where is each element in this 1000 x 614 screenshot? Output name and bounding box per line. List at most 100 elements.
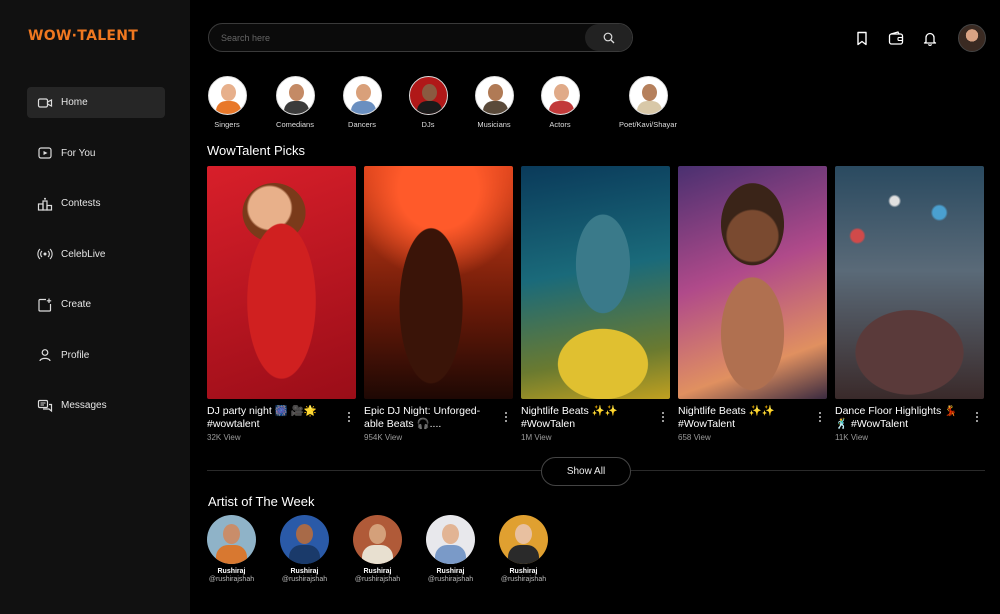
more-options-icon[interactable] xyxy=(346,410,352,424)
pick-views: 954K View xyxy=(364,433,403,442)
search-button[interactable] xyxy=(585,24,632,51)
app-logo[interactable]: WOW·TALENT xyxy=(28,28,138,44)
category-image xyxy=(628,76,668,115)
live-broadcast-icon xyxy=(37,248,53,260)
category-label: Comedians xyxy=(276,120,314,129)
artist-card[interactable]: Rushiraj @rushirajshah xyxy=(207,515,256,583)
sidebar-item-label: CelebLive xyxy=(61,248,106,260)
pick-thumbnail[interactable] xyxy=(364,166,513,399)
pick-views: 11K View xyxy=(835,433,869,442)
sidebar-item-label: Contests xyxy=(61,198,101,209)
pick-title[interactable]: Dance Floor Highlights 💃🕺 #WowTalent xyxy=(835,405,965,430)
pick-title[interactable]: Nightlife Beats ✨✨ #WowTalent xyxy=(678,405,808,430)
pick-views: 658 View xyxy=(678,433,711,442)
category-singers[interactable]: Singers xyxy=(207,76,247,129)
pick-card[interactable]: Dance Floor Highlights 💃🕺 #WowTalent 11K… xyxy=(835,166,984,442)
category-label: DJs xyxy=(421,120,435,129)
category-image xyxy=(342,76,382,115)
category-comedians[interactable]: Comedians xyxy=(275,76,315,129)
wallet-icon xyxy=(888,30,904,45)
user-icon xyxy=(39,349,51,362)
category-musicians[interactable]: Musicians xyxy=(474,76,514,129)
more-options-icon[interactable] xyxy=(817,410,823,424)
bookmark-icon xyxy=(857,31,867,45)
pick-card[interactable]: Nightlife Beats ✨✨ #WowTalen 1M View xyxy=(521,166,670,442)
sidebar-item-for-you[interactable]: For You xyxy=(27,138,165,169)
category-label: Poet/Kavi/Shayar xyxy=(619,120,677,129)
category-image xyxy=(408,76,448,115)
chat-icon xyxy=(37,399,53,412)
category-image xyxy=(474,76,514,115)
artist-card[interactable]: Rushiraj @rushirajshah xyxy=(499,515,548,583)
show-all-button[interactable]: Show All xyxy=(541,457,631,486)
pick-title[interactable]: Epic DJ Night: Unforged- able Beats 🎧...… xyxy=(364,405,494,430)
artist-handle: @rushirajshah xyxy=(281,576,328,583)
bookmark-button[interactable] xyxy=(854,30,870,46)
video-camera-icon xyxy=(37,97,53,108)
pick-card[interactable]: DJ party night 🎆 🎥🌟 #wowtalent 32K View xyxy=(207,166,356,442)
artists-section-title: Artist of The Week xyxy=(208,494,315,509)
artists-row: Rushiraj @rushirajshah Rushiraj @rushira… xyxy=(207,515,572,583)
artist-avatar[interactable] xyxy=(426,515,475,564)
pick-views: 1M View xyxy=(521,433,552,442)
pick-card[interactable]: Epic DJ Night: Unforged- able Beats 🎧...… xyxy=(364,166,513,442)
search-input[interactable] xyxy=(221,24,581,51)
category-image xyxy=(275,76,315,115)
sidebar-item-messages[interactable]: Messages xyxy=(27,390,165,421)
artist-name: Rushiraj xyxy=(217,568,246,575)
sidebar-item-create[interactable]: Create xyxy=(27,289,165,320)
sidebar-item-label: Profile xyxy=(61,349,90,361)
header-actions xyxy=(836,24,986,52)
category-dancers[interactable]: Dancers xyxy=(342,76,382,129)
artist-name: Rushiraj xyxy=(363,568,392,575)
more-options-icon[interactable] xyxy=(974,410,980,424)
sidebar-item-contests[interactable]: Contests xyxy=(27,188,165,219)
pick-card[interactable]: Nightlife Beats ✨✨ #WowTalent 658 View xyxy=(678,166,827,442)
podium-icon xyxy=(37,197,53,211)
sidebar-item-profile[interactable]: Profile xyxy=(27,340,165,371)
category-actors[interactable]: Actors xyxy=(540,76,580,129)
artist-avatar[interactable] xyxy=(207,515,256,564)
artist-name: Rushiraj xyxy=(436,568,465,575)
category-label: Actors xyxy=(549,120,571,129)
search-bar xyxy=(208,23,633,52)
artist-card[interactable]: Rushiraj @rushirajshah xyxy=(280,515,329,583)
pick-title[interactable]: DJ party night 🎆 🎥🌟 #wowtalent xyxy=(207,405,337,430)
sidebar-item-celeblive[interactable]: CelebLive xyxy=(27,239,165,270)
artist-card[interactable]: Rushiraj @rushirajshah xyxy=(353,515,402,583)
artist-avatar[interactable] xyxy=(499,515,548,564)
artist-card[interactable]: Rushiraj @rushirajshah xyxy=(426,515,475,583)
pick-thumbnail[interactable] xyxy=(521,166,670,399)
category-djs[interactable]: DJs xyxy=(408,76,448,129)
more-options-icon[interactable] xyxy=(660,410,666,424)
category-image xyxy=(540,76,580,115)
category-label: Musicians xyxy=(477,120,511,129)
artist-avatar[interactable] xyxy=(353,515,402,564)
wallet-button[interactable] xyxy=(888,30,904,46)
sidebar-nav: Home For You Contests CelebLive Create P… xyxy=(27,87,165,441)
pick-title[interactable]: Nightlife Beats ✨✨ #WowTalen xyxy=(521,405,651,430)
artist-name: Rushiraj xyxy=(509,568,538,575)
sidebar: WOW·TALENT Home For You Contests CelebLi… xyxy=(0,0,190,614)
notifications-button[interactable] xyxy=(922,30,938,46)
sidebar-item-label: For You xyxy=(61,147,96,159)
category-image xyxy=(207,76,247,115)
category-label: Singers xyxy=(214,120,240,129)
artist-handle: @rushirajshah xyxy=(354,576,401,583)
profile-avatar[interactable] xyxy=(958,24,986,52)
pick-thumbnail[interactable] xyxy=(207,166,356,399)
pick-thumbnail[interactable] xyxy=(678,166,827,399)
bell-icon xyxy=(923,32,937,46)
pick-thumbnail[interactable] xyxy=(835,166,984,399)
play-box-icon xyxy=(38,147,52,159)
artist-avatar[interactable] xyxy=(280,515,329,564)
top-bar xyxy=(190,0,1000,74)
artist-handle: @rushirajshah xyxy=(208,576,255,583)
artist-handle: @rushirajshah xyxy=(427,576,474,583)
sidebar-item-home[interactable]: Home xyxy=(27,87,165,118)
create-plus-icon xyxy=(38,298,52,312)
artist-name: Rushiraj xyxy=(290,568,319,575)
sidebar-item-label: Create xyxy=(61,299,92,310)
category-poet-kavi-shayar[interactable]: Poet/Kavi/Shayar xyxy=(614,76,682,129)
more-options-icon[interactable] xyxy=(503,410,509,424)
